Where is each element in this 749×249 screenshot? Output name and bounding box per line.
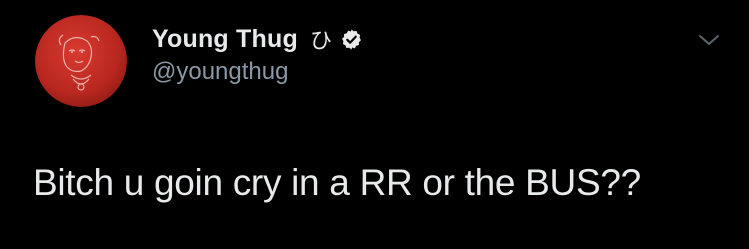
tweet-menu-button[interactable] (693, 24, 725, 56)
avatar-image (35, 15, 127, 107)
profile-avatar[interactable] (35, 15, 127, 107)
author-name-glyph: ひ (309, 29, 332, 54)
author-name-row: Young Thug ひ (152, 22, 363, 56)
author-handle[interactable]: @youngthug (152, 58, 288, 86)
tweet-card: Young Thug ひ @youngthug Bitch u goin cry… (0, 0, 749, 249)
tweet-body-text: Bitch u goin cry in a RR or the BUS?? (33, 162, 641, 203)
chevron-down-icon (699, 35, 719, 45)
author-display-name[interactable]: Young Thug (152, 25, 298, 54)
verified-badge-icon (340, 28, 363, 51)
